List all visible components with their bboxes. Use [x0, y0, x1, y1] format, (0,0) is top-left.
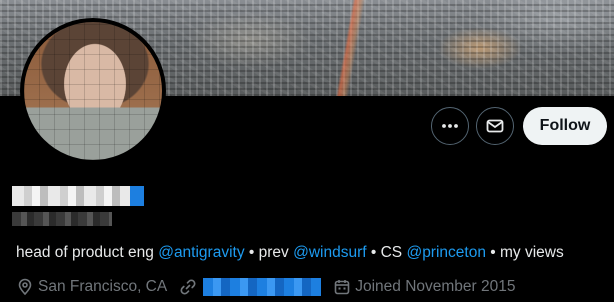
location-text: San Francisco, CA: [38, 278, 168, 295]
avatar[interactable]: [20, 18, 166, 164]
bio-mention-princeton[interactable]: @princeton: [406, 244, 486, 261]
bio-text: • prev: [248, 244, 289, 261]
bio-mention-windsurf[interactable]: @windsurf: [293, 244, 366, 261]
bio-text: head of product eng: [16, 244, 154, 261]
follow-button[interactable]: Follow: [523, 107, 607, 145]
profile-meta: San Francisco, CA Joined November 2015: [16, 276, 516, 298]
profile-location: San Francisco, CA: [16, 278, 167, 296]
profile-bio: head of product eng @antigravity • prev …: [16, 244, 564, 262]
verified-badge-redacted: [130, 186, 144, 206]
display-name-redacted: [12, 186, 144, 206]
link-icon: [180, 279, 196, 295]
bio-mention-antigravity[interactable]: @antigravity: [158, 244, 244, 261]
bio-text: • CS: [370, 244, 403, 261]
more-horizontal-icon: [442, 124, 458, 128]
more-options-button[interactable]: [431, 107, 469, 145]
message-button[interactable]: [476, 107, 514, 145]
envelope-icon: [486, 119, 504, 133]
location-pin-icon: [18, 278, 32, 296]
username-redacted: [12, 212, 112, 226]
website-link-redacted[interactable]: [203, 278, 322, 296]
calendar-icon: [334, 280, 350, 295]
bio-text: • my views: [490, 244, 564, 261]
joined-text: Joined November 2015: [355, 278, 516, 295]
profile-joined: Joined November 2015: [333, 278, 516, 296]
profile-website[interactable]: [179, 278, 322, 296]
